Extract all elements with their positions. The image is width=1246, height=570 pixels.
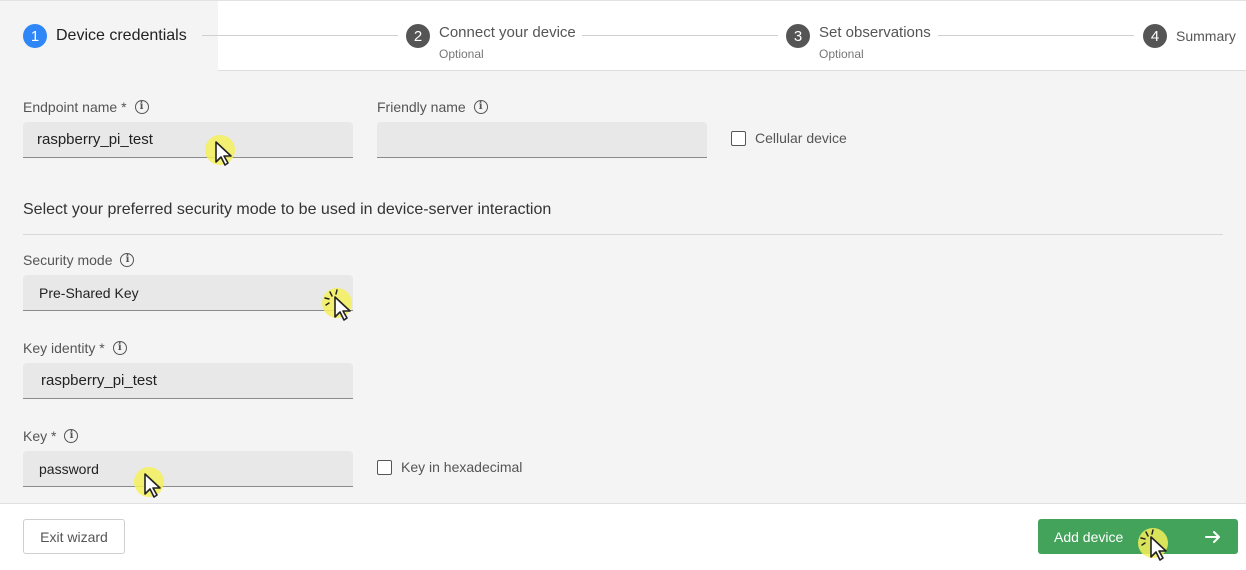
info-icon[interactable]: i bbox=[134, 100, 149, 114]
wizard-stepper: 1 Device credentials 2 Connect your devi… bbox=[0, 0, 1246, 71]
step-optional-label: Optional bbox=[819, 46, 864, 61]
info-icon[interactable]: i bbox=[112, 341, 127, 355]
add-device-label: Add device bbox=[1054, 528, 1124, 545]
info-icon[interactable]: i bbox=[120, 253, 135, 267]
wizard-footer: Exit wizard Add device bbox=[0, 503, 1246, 570]
key-input[interactable]: password bbox=[23, 451, 353, 487]
key-hex-checkbox[interactable]: Key in hexadecimal bbox=[377, 459, 522, 475]
step-optional-label: Optional bbox=[439, 46, 484, 61]
step-connector bbox=[202, 35, 398, 36]
checkbox-label: Cellular device bbox=[755, 130, 847, 146]
step-connect-device[interactable]: 2 Connect your device Optional bbox=[406, 1, 576, 71]
key-label: Key * i bbox=[23, 428, 79, 444]
info-icon[interactable]: i bbox=[473, 100, 488, 114]
step-number: 4 bbox=[1143, 24, 1167, 48]
step-device-credentials[interactable]: 1 Device credentials bbox=[0, 1, 218, 71]
cellular-device-checkbox[interactable]: Cellular device bbox=[731, 130, 847, 146]
security-section-title: Select your preferred security mode to b… bbox=[23, 201, 552, 218]
friendly-name-label: Friendly name i bbox=[377, 99, 488, 115]
key-identity-label: Key identity * i bbox=[23, 340, 127, 356]
step-summary[interactable]: 4 Summary bbox=[1143, 1, 1236, 71]
checkbox-box[interactable] bbox=[731, 130, 746, 146]
checkbox-box[interactable] bbox=[377, 459, 392, 475]
cursor-pointer-icon bbox=[1138, 528, 1168, 561]
step-title: Device credentials bbox=[56, 27, 187, 44]
step-title: Set observations bbox=[819, 23, 931, 41]
step-connector bbox=[938, 35, 1134, 36]
security-mode-select[interactable]: Pre-Shared Key bbox=[23, 275, 353, 311]
security-mode-label: Security mode i bbox=[23, 252, 135, 268]
cursor-pointer-icon bbox=[134, 467, 164, 498]
endpoint-name-input[interactable]: raspberry_pi_test bbox=[23, 122, 353, 158]
cursor-pointer-icon bbox=[205, 135, 235, 166]
key-identity-input[interactable]: raspberry_pi_test bbox=[23, 363, 353, 399]
checkbox-label: Key in hexadecimal bbox=[401, 459, 523, 475]
step-title: Summary bbox=[1176, 28, 1236, 44]
step-set-observations[interactable]: 3 Set observations Optional bbox=[786, 1, 931, 71]
step-title: Connect your device bbox=[439, 23, 576, 41]
cursor-pointer-icon bbox=[322, 288, 352, 321]
step-number: 3 bbox=[786, 24, 810, 48]
step-connector bbox=[582, 35, 778, 36]
exit-wizard-button[interactable]: Exit wizard bbox=[23, 519, 125, 554]
endpoint-name-label: Endpoint name * i bbox=[23, 99, 149, 115]
arrow-right-icon bbox=[1205, 531, 1220, 543]
friendly-name-input[interactable] bbox=[377, 122, 707, 158]
step-number: 2 bbox=[406, 24, 430, 48]
step-number: 1 bbox=[23, 24, 47, 48]
section-divider bbox=[23, 234, 1223, 235]
info-icon[interactable]: i bbox=[64, 429, 79, 443]
